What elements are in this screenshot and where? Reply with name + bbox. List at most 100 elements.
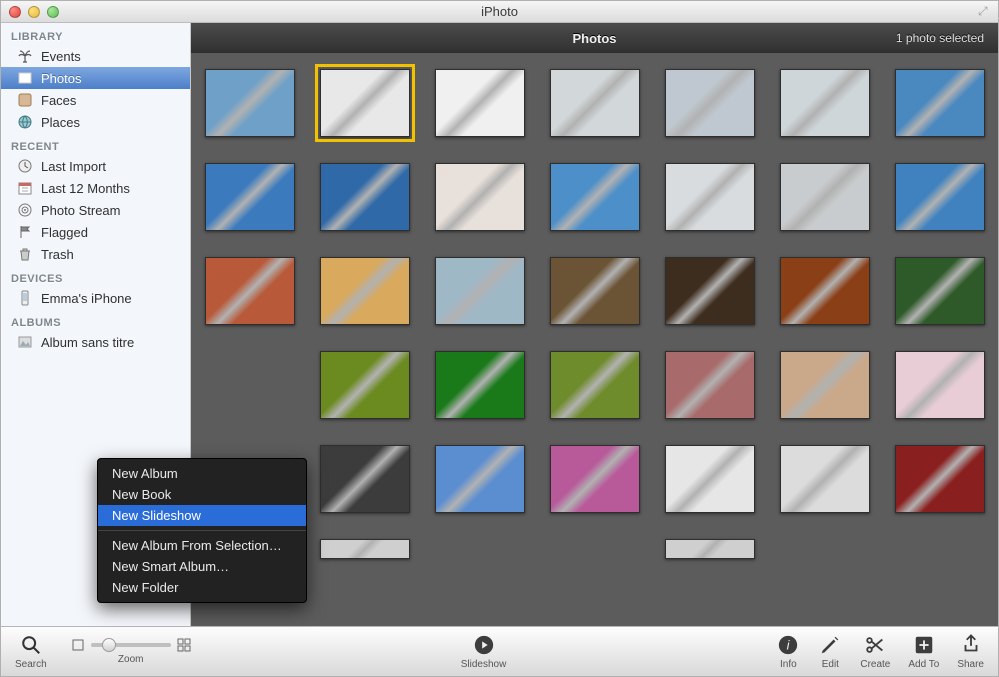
photo-thumb[interactable] [550,163,640,231]
sidebar-item-last-import[interactable]: Last Import [1,155,190,177]
bottom-toolbar: Search Zoom Slideshow i Info [1,626,998,676]
photo-thumb[interactable] [895,69,985,137]
menu-item-new-album[interactable]: New Album [98,463,306,484]
photo-thumb[interactable] [320,351,410,419]
share-tool[interactable]: Share [957,633,984,670]
menu-item-new-slideshow[interactable]: New Slideshow [98,505,306,526]
trash-icon [17,246,33,262]
album-icon [17,334,33,350]
sidebar-item-label: Places [41,115,80,130]
sidebar-item-trash[interactable]: Trash [1,243,190,265]
photo-thumb[interactable] [780,69,870,137]
sidebar-item-emma-s-iphone[interactable]: Emma's iPhone [1,287,190,309]
photo-thumb[interactable] [780,163,870,231]
photo-thumb[interactable] [780,257,870,325]
sidebar-item-faces[interactable]: Faces [1,89,190,111]
sidebar-item-label: Emma's iPhone [41,291,132,306]
photo-thumb[interactable] [665,163,755,231]
zoom-control[interactable]: Zoom [71,638,191,665]
photo-thumb[interactable] [435,69,525,137]
content-title: Photos [572,31,616,46]
photo-thumb[interactable] [550,351,640,419]
sidebar-section-header: DEVICES [1,265,190,287]
plus-icon [912,633,936,657]
photo-thumb[interactable] [205,163,295,231]
zoom-in-icon [177,638,191,652]
photo-thumb[interactable] [665,351,755,419]
slideshow-tool[interactable]: Slideshow [461,633,507,670]
info-tool[interactable]: i Info [776,633,800,670]
photo-thumb[interactable] [780,445,870,513]
flag-icon [17,224,33,240]
sidebar-item-places[interactable]: Places [1,111,190,133]
menu-item-new-album-from-selection-[interactable]: New Album From Selection… [98,535,306,556]
photo-thumb[interactable] [320,69,410,137]
sidebar-item-events[interactable]: Events [1,45,190,67]
clock-icon [17,158,33,174]
sidebar-item-label: Trash [41,247,74,262]
photo-thumb[interactable] [320,257,410,325]
edit-tool[interactable]: Edit [818,633,842,670]
stream-icon [17,202,33,218]
faces-icon [17,92,33,108]
menu-item-new-book[interactable]: New Book [98,484,306,505]
scissors-icon [863,633,887,657]
photo-thumb[interactable] [780,351,870,419]
share-icon [959,633,983,657]
sidebar-item-flagged[interactable]: Flagged [1,221,190,243]
sidebar-section-header: LIBRARY [1,23,190,45]
search-tool[interactable]: Search [15,633,47,670]
sidebar-item-label: Events [41,49,81,64]
photo-thumb[interactable] [550,257,640,325]
photo-grid-scroll[interactable] [191,53,998,626]
sidebar-item-last-12-months[interactable]: Last 12 Months [1,177,190,199]
sidebar-section-header: ALBUMS [1,309,190,331]
window-title: iPhoto [1,4,998,19]
photo-thumb[interactable] [665,257,755,325]
sidebar-item-label: Album sans titre [41,335,134,350]
photo-thumb[interactable] [665,539,755,559]
sidebar-item-label: Last Import [41,159,106,174]
photo-thumb[interactable] [205,69,295,137]
sidebar-item-label: Faces [41,93,76,108]
create-context-menu: New AlbumNew BookNew Slideshow New Album … [97,458,307,603]
photo-thumb[interactable] [435,445,525,513]
photo-thumb[interactable] [435,163,525,231]
search-icon [19,633,43,657]
menu-item-new-folder[interactable]: New Folder [98,577,306,598]
photo-thumb[interactable] [435,351,525,419]
pencil-icon [818,633,842,657]
sidebar-item-label: Photo Stream [41,203,121,218]
photo-thumb[interactable] [435,257,525,325]
menu-item-new-smart-album-[interactable]: New Smart Album… [98,556,306,577]
sidebar-item-album-sans-titre[interactable]: Album sans titre [1,331,190,353]
sidebar-item-label: Last 12 Months [41,181,130,196]
photo-thumb[interactable] [895,257,985,325]
photo-grid [201,69,988,607]
photo-thumb[interactable] [205,257,295,325]
sidebar-section-header: RECENT [1,133,190,155]
sidebar-item-photos[interactable]: Photos [1,67,190,89]
menu-separator [98,530,306,531]
photo-thumb[interactable] [895,351,985,419]
photo-thumb[interactable] [895,163,985,231]
play-icon [472,633,496,657]
photo-thumb[interactable] [320,445,410,513]
photo-thumb[interactable] [665,69,755,137]
sidebar-item-photo-stream[interactable]: Photo Stream [1,199,190,221]
sidebar-item-label: Flagged [41,225,88,240]
photo-thumb[interactable] [550,69,640,137]
addto-tool[interactable]: Add To [908,633,939,670]
create-tool[interactable]: Create [860,633,890,670]
phone-icon [17,290,33,306]
photo-thumb[interactable] [320,539,410,559]
titlebar: iPhoto ⤢ [1,1,998,23]
sidebar-item-label: Photos [41,71,81,86]
photo-thumb[interactable] [665,445,755,513]
fullscreen-icon[interactable]: ⤢ [978,4,992,18]
photo-thumb[interactable] [320,163,410,231]
zoom-slider[interactable] [91,643,171,647]
photo-thumb[interactable] [895,445,985,513]
main-content: Photos 1 photo selected [191,23,998,626]
photo-thumb[interactable] [550,445,640,513]
